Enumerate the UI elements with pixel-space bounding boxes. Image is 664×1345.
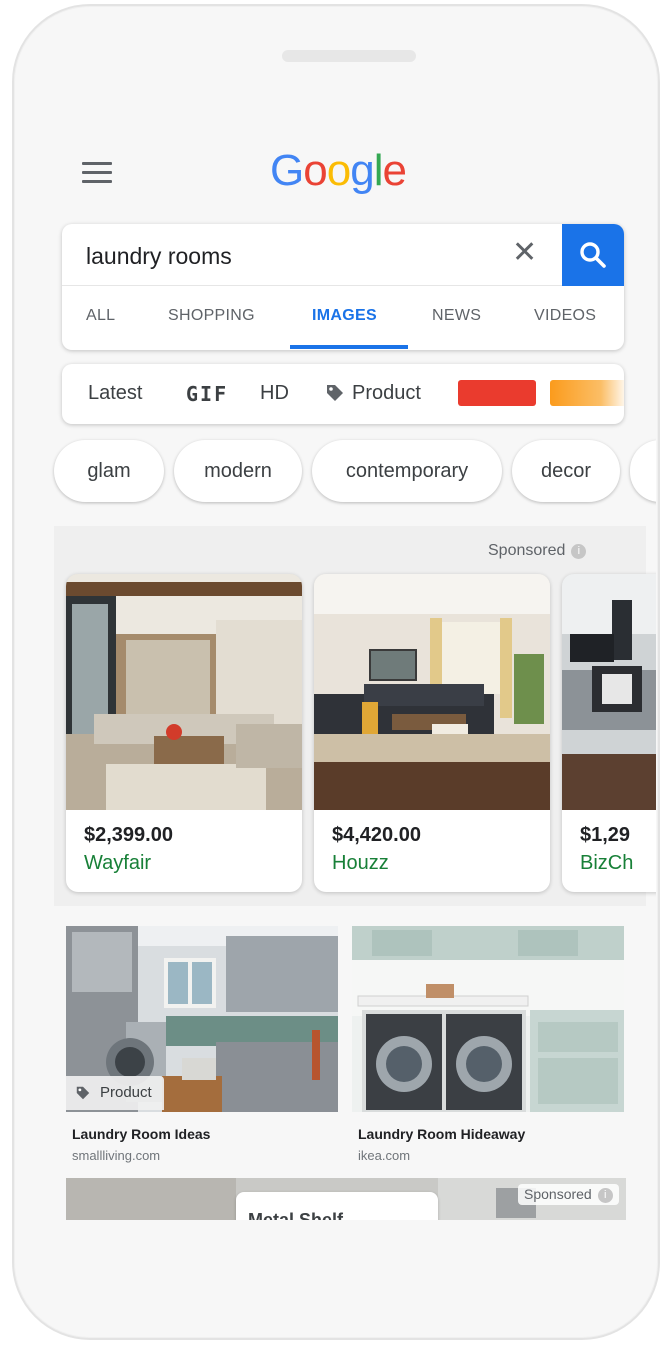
result-domain: smallliving.com (72, 1148, 161, 1163)
next-result-row[interactable]: Metal Shelf Sponsored i (66, 1178, 626, 1220)
clear-icon[interactable]: ✕ (512, 238, 537, 268)
filter-hd[interactable]: HD (260, 382, 289, 405)
product-price: $4,420.00 (332, 824, 421, 846)
product-image-living-room (66, 574, 302, 810)
product-seller[interactable]: BizCh (580, 852, 633, 875)
result-image-laundry-hideaway (352, 926, 624, 1112)
image-result[interactable]: Product (66, 926, 338, 1112)
product-price: $2,399.00 (84, 824, 173, 846)
info-icon[interactable]: i (597, 1188, 613, 1203)
product-badge: Product (66, 1076, 164, 1110)
color-filter-orange[interactable] (550, 380, 624, 406)
suggestion-chip[interactable]: glam (54, 440, 164, 502)
overlay-card-title: Metal Shelf (248, 1210, 344, 1220)
suggestion-chip-partial[interactable] (630, 440, 656, 502)
product-seller[interactable]: Houzz (332, 852, 389, 875)
tab-news[interactable]: NEWS (432, 307, 481, 325)
suggestion-chip[interactable]: decor (512, 440, 620, 502)
screen: Google laundry rooms ✕ ALL SHOPPING IMAG… (44, 132, 656, 1220)
filter-latest[interactable]: Latest (88, 382, 142, 405)
search-tabs: ALL SHOPPING IMAGES NEWS VIDEOS (62, 286, 624, 350)
product-price: $1,29 (580, 824, 631, 846)
info-icon[interactable]: i (571, 544, 587, 559)
suggestion-chip[interactable]: modern (174, 440, 302, 502)
product-seller[interactable]: Wayfair (84, 852, 151, 875)
suggestion-chip[interactable]: contemporary (312, 440, 502, 502)
phone-speaker (282, 50, 416, 62)
result-domain: ikea.com (358, 1148, 411, 1163)
search-card: laundry rooms ✕ ALL SHOPPING IMAGES NEWS… (62, 224, 624, 350)
filter-bar: Latest GIF HD Product (62, 364, 624, 424)
filter-product[interactable]: Product (352, 382, 421, 405)
product-image-sofa (314, 574, 550, 810)
menu-icon[interactable] (82, 162, 112, 184)
active-tab-indicator (290, 345, 408, 349)
phone-frame: Google laundry rooms ✕ ALL SHOPPING IMAG… (12, 4, 660, 1340)
tag-icon (76, 1086, 90, 1100)
search-icon (580, 242, 606, 268)
color-filter-red[interactable] (458, 380, 536, 406)
tag-icon (327, 385, 343, 401)
product-card-partial[interactable]: $1,29 BizCh (562, 574, 656, 892)
image-result[interactable] (352, 926, 624, 1112)
result-title[interactable]: Laundry Room Ideas (72, 1126, 210, 1142)
result-title[interactable]: Laundry Room Hideaway (358, 1126, 525, 1142)
product-card[interactable]: $2,399.00 Wayfair (66, 574, 302, 892)
search-bar: laundry rooms ✕ (62, 224, 624, 286)
tab-images[interactable]: IMAGES (312, 307, 377, 325)
product-card[interactable]: $4,420.00 Houzz (314, 574, 550, 892)
filter-gif[interactable]: GIF (186, 382, 228, 406)
tab-all[interactable]: ALL (86, 307, 115, 325)
google-logo[interactable]: Google (270, 146, 407, 196)
tab-videos[interactable]: VIDEOS (534, 307, 596, 325)
shopping-overlay-card[interactable]: Metal Shelf (236, 1192, 438, 1220)
product-image-chair (562, 574, 656, 810)
search-input[interactable]: laundry rooms (86, 243, 232, 270)
sponsored-label: Sponsored i (488, 542, 587, 560)
tab-shopping[interactable]: SHOPPING (168, 307, 255, 325)
sponsored-label-small: Sponsored i (518, 1184, 619, 1205)
search-button[interactable] (562, 224, 624, 286)
